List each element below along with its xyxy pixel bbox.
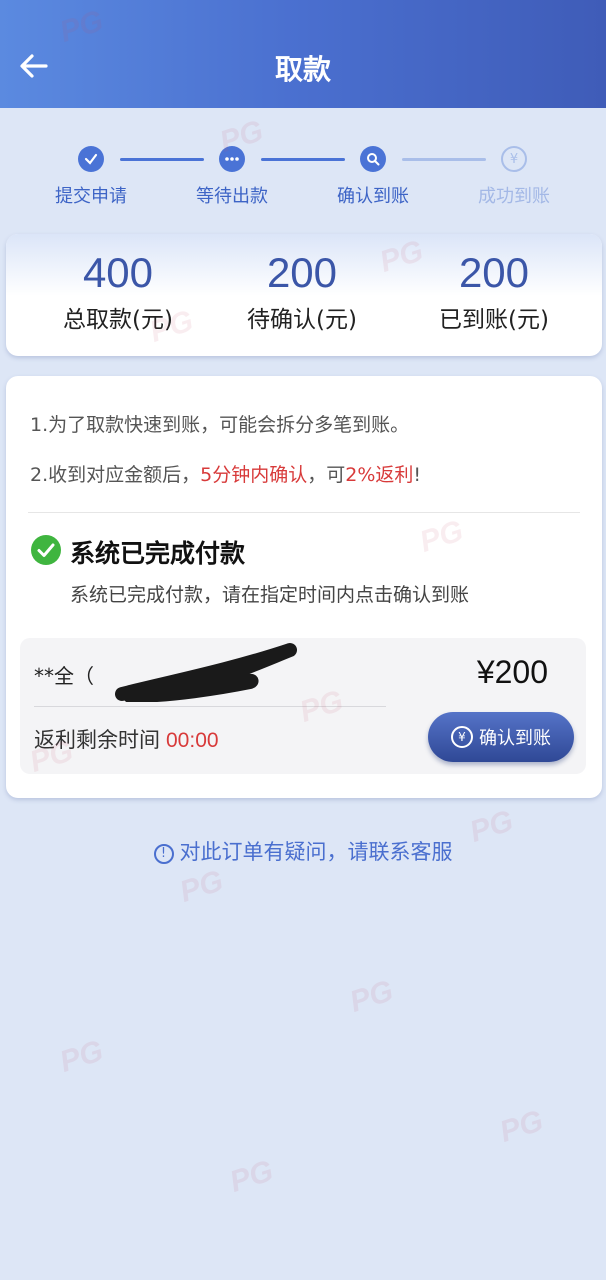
note-line-2: 2.收到对应金额后，5分钟内确认，可2%返利!	[30, 460, 421, 487]
contact-support-link[interactable]: ! 对此订单有疑问，请联系客服	[0, 836, 606, 866]
note-highlight: 2%返利	[345, 464, 414, 486]
yen-icon: ¥	[501, 146, 527, 172]
note-text: 2.收到对应金额后，	[30, 464, 201, 486]
watermark: PG	[55, 1034, 108, 1079]
watermark: PG	[345, 974, 398, 1019]
withdraw-stats-card: 400 总取款(元) 200 待确认(元) 200 已到账(元)	[6, 234, 602, 356]
confirm-button-label: 确认到账	[479, 728, 551, 749]
progress-steps: ¥ 提交申请 等待出款 确认到账 成功到账	[0, 140, 606, 210]
stat-total: 400 总取款(元)	[28, 248, 208, 334]
order-divider	[34, 706, 386, 707]
stat-pending-value: 200	[266, 249, 338, 296]
search-icon	[360, 146, 386, 172]
note-line-1: 1.为了取款快速到账，可能会拆分多笔到账。	[30, 414, 410, 436]
stat-total-value: 400	[82, 249, 154, 296]
app-header: 取款	[0, 0, 606, 108]
order-row: **全（ ¥200 返利剩余时间 00:00 ¥ 确认到账	[20, 638, 586, 774]
page-title: 取款	[274, 53, 331, 86]
status-title: 系统已完成付款	[70, 539, 246, 568]
step-label-submit: 提交申请	[55, 186, 127, 207]
stat-pending: 200 待确认(元)	[212, 248, 392, 334]
stat-received: 200 已到账(元)	[404, 248, 584, 334]
check-circle-icon	[31, 535, 61, 565]
confirm-receipt-button[interactable]: ¥ 确认到账	[428, 712, 574, 762]
dots-icon	[219, 146, 245, 172]
stat-pending-label: 待确认(元)	[247, 307, 357, 333]
note-highlight: 5分钟内确认	[200, 464, 308, 486]
watermark: PG	[495, 1104, 548, 1149]
stat-received-label: 已到账(元)	[439, 307, 549, 333]
step-label-confirm: 确认到账	[337, 186, 409, 207]
rebate-time: 00:00	[166, 729, 219, 752]
payee-name: **全（	[34, 664, 94, 688]
info-icon: !	[153, 844, 174, 864]
step-connector	[402, 158, 486, 161]
note-text: ，可	[307, 464, 346, 486]
check-icon	[78, 146, 104, 172]
stat-received-value: 200	[458, 249, 530, 296]
status-description: 系统已完成付款，请在指定时间内点击确认到账	[70, 584, 470, 606]
stat-total-label: 总取款(元)	[63, 307, 173, 333]
note-text: !	[413, 464, 422, 486]
step-connector	[120, 158, 204, 161]
order-info-card: 1.为了取款快速到账，可能会拆分多笔到账。 2.收到对应金额后，5分钟内确认，可…	[6, 376, 602, 798]
contact-support-text: 对此订单有疑问，请联系客服	[179, 840, 453, 864]
watermark: PG	[225, 1154, 278, 1199]
step-label-waiting: 等待出款	[196, 186, 268, 207]
order-amount: ¥200	[476, 654, 548, 690]
rebate-countdown: 返利剩余时间 00:00	[34, 724, 219, 754]
divider	[28, 512, 580, 513]
step-label-success: 成功到账	[478, 186, 550, 207]
rebate-label: 返利剩余时间	[34, 728, 160, 752]
watermark: PG	[175, 864, 228, 909]
step-connector	[261, 158, 345, 161]
redaction-scribble	[115, 643, 297, 702]
yen-coin-icon: ¥	[451, 726, 473, 748]
